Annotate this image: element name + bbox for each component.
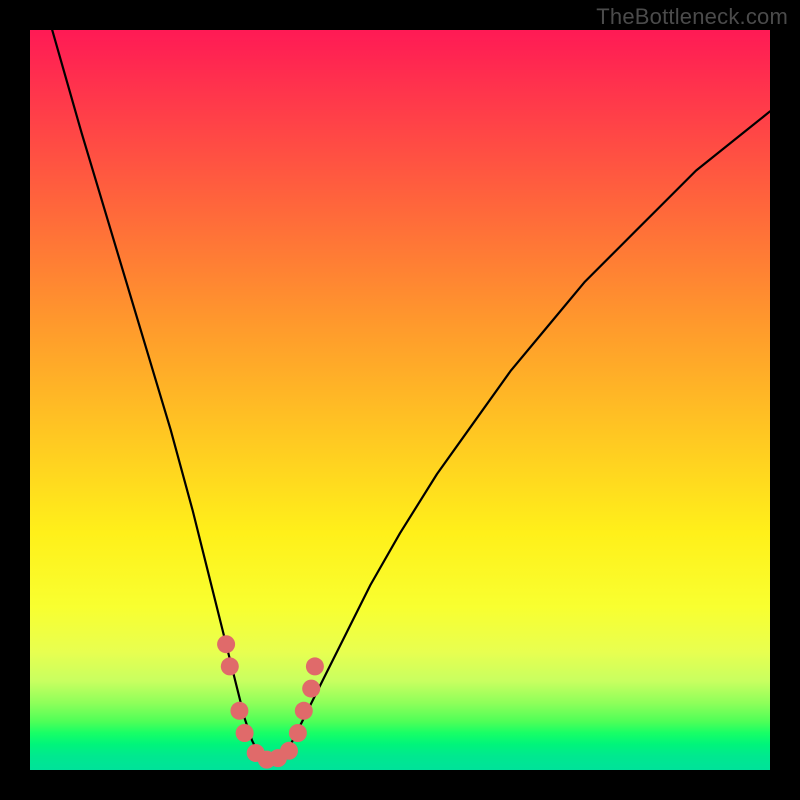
highlight-markers [30, 30, 770, 770]
marker-dot [236, 724, 254, 742]
marker-dot [230, 702, 248, 720]
outer-frame: TheBottleneck.com [0, 0, 800, 800]
marker-dot [217, 635, 235, 653]
marker-dot [289, 724, 307, 742]
marker-dot [306, 657, 324, 675]
marker-dot [280, 742, 298, 760]
plot-area [30, 30, 770, 770]
marker-dot [221, 657, 239, 675]
marker-dot [295, 702, 313, 720]
marker-group [217, 635, 324, 768]
watermark-text: TheBottleneck.com [596, 4, 788, 30]
marker-dot [302, 680, 320, 698]
